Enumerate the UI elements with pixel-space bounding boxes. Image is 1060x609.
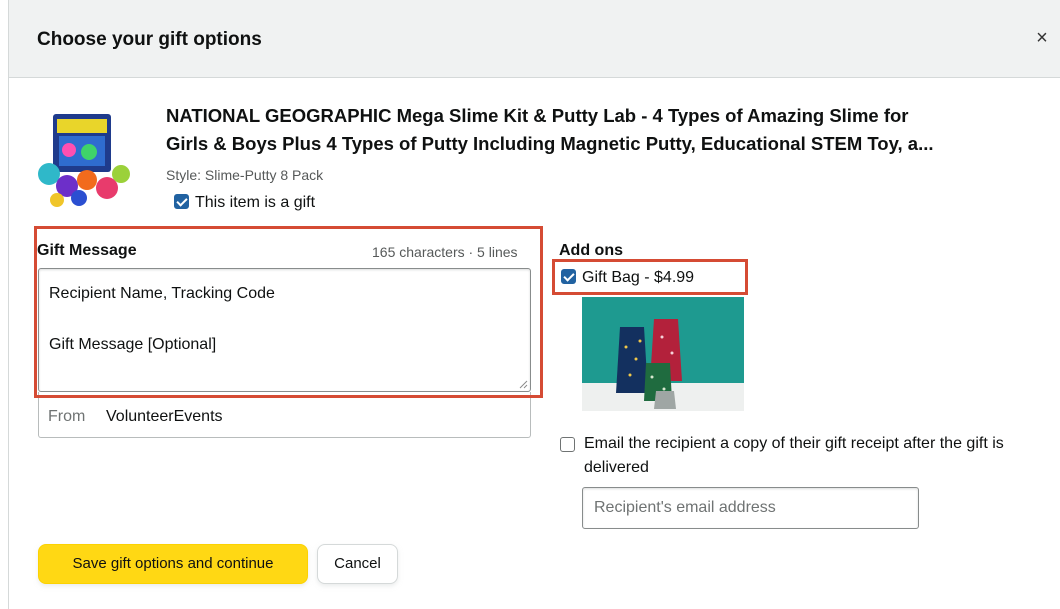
resize-grip-icon[interactable] (518, 379, 528, 389)
checkbox-checked-icon[interactable] (174, 193, 189, 209)
is-gift-label: This item is a gift (195, 194, 316, 211)
gift-message-label: Gift Message (37, 242, 137, 259)
gift-message-counter: 165 characters · 5 lines (372, 244, 518, 260)
gift-message-line-1: Recipient Name, Tracking Code (49, 285, 275, 302)
from-field[interactable]: From VolunteerEvents (38, 392, 531, 438)
gift-message-line-2: Gift Message [Optional] (49, 336, 217, 353)
product-title: NATIONAL GEOGRAPHIC Mega Slime Kit & Put… (166, 102, 1056, 158)
dialog-title: Choose your gift options (37, 29, 262, 50)
product-title-line-1: NATIONAL GEOGRAPHIC Mega Slime Kit & Put… (166, 105, 909, 126)
from-label: From (48, 408, 86, 425)
gift-bag-image (582, 297, 744, 411)
recipient-email-input[interactable] (582, 487, 919, 529)
from-value: VolunteerEvents (106, 408, 223, 425)
checkbox-unchecked-icon[interactable] (560, 437, 575, 452)
is-gift-checkbox[interactable]: This item is a gift (174, 193, 316, 212)
cancel-button[interactable]: Cancel (317, 544, 398, 584)
product-thumbnail (38, 114, 130, 207)
close-icon[interactable]: × (1032, 28, 1052, 48)
gift-message-textarea[interactable]: Recipient Name, Tracking Code Gift Messa… (38, 268, 531, 392)
dialog-header: Choose your gift options × (9, 0, 1060, 78)
gift-bag-label: Gift Bag - $4.99 (582, 269, 695, 286)
save-gift-options-button[interactable]: Save gift options and continue (38, 544, 308, 584)
product-title-line-2: Girls & Boys Plus 4 Types of Putty Inclu… (166, 133, 934, 154)
gift-bag-checkbox[interactable]: Gift Bag - $4.99 (561, 268, 695, 287)
product-style: Style: Slime-Putty 8 Pack (166, 167, 324, 183)
addons-label: Add ons (559, 242, 623, 259)
email-receipt-label: Email the recipient a copy of their gift… (584, 435, 1004, 476)
checkbox-checked-icon[interactable] (561, 268, 576, 284)
gift-options-dialog: Choose your gift options × NATIONAL GEOG… (8, 0, 1060, 609)
